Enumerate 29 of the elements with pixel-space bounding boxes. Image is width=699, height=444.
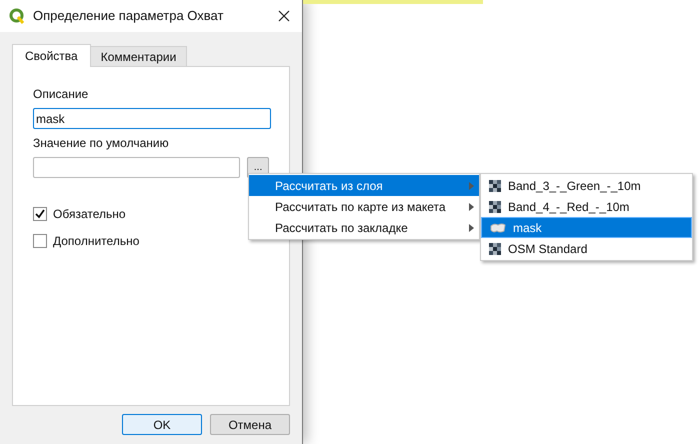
raster-layer-icon: [489, 200, 501, 212]
submenu-arrow-icon: [469, 224, 474, 232]
description-field[interactable]: mask: [33, 108, 271, 129]
submenu-arrow-icon: [469, 202, 474, 210]
layer-menu-item[interactable]: mask: [481, 217, 692, 238]
checkbox-label: Обязательно: [53, 206, 126, 223]
polygon-layer-icon: [490, 222, 506, 232]
layer-menu-item[interactable]: Band_3_-_Green_-_10m: [481, 175, 692, 196]
field-label: Значение по умолчанию: [33, 135, 170, 152]
layer-menu-item[interactable]: OSM Standard: [481, 238, 692, 259]
default-value-field[interactable]: [33, 157, 240, 178]
tab[interactable]: Свойства: [12, 44, 91, 67]
checkbox-label: Дополнительно: [53, 233, 140, 250]
dialog-button[interactable]: OK: [122, 414, 202, 435]
tab[interactable]: Комментарии: [90, 46, 188, 66]
layer-menu-item[interactable]: Band_4_-_Red_-_10m: [481, 196, 692, 217]
submenu-arrow-icon: [469, 182, 474, 190]
dialog-button[interactable]: Отмена: [210, 414, 290, 435]
menu-item[interactable]: Рассчитать из слоя: [249, 175, 479, 196]
menu-item[interactable]: Рассчитать по закладке: [249, 217, 479, 238]
app-logo-icon: [9, 8, 25, 24]
close-icon[interactable]: [278, 10, 290, 22]
window-title: Определение параметра Охват: [33, 7, 224, 26]
field-label: Описание: [33, 86, 90, 103]
checkbox[interactable]: [33, 234, 47, 248]
raster-layer-icon: [489, 180, 501, 192]
raster-layer-icon: [489, 242, 501, 254]
checkbox[interactable]: [33, 207, 47, 221]
menu-item[interactable]: Рассчитать по карте из макета: [249, 196, 479, 217]
